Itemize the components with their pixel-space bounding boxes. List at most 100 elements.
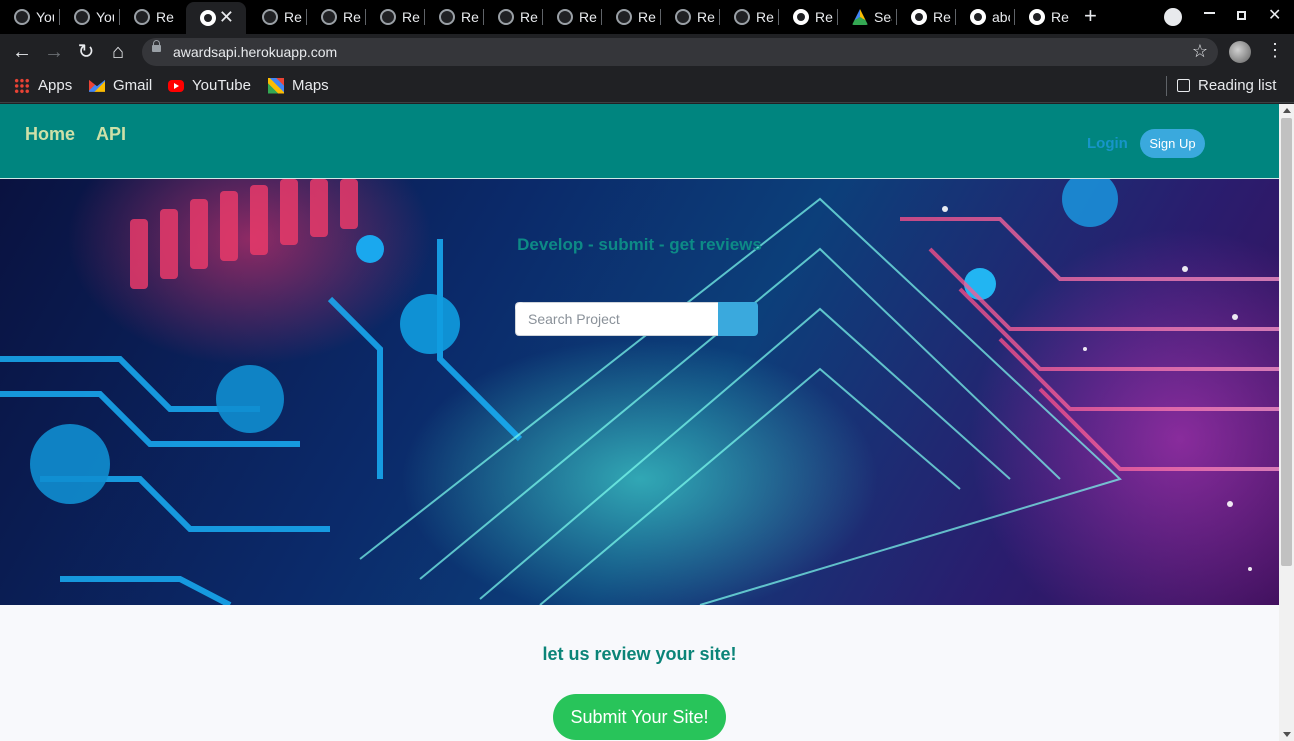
bookmark-star-icon[interactable]: ☆ <box>1192 41 1208 62</box>
close-tab-icon[interactable]: ✕ <box>219 8 234 26</box>
globe-icon <box>970 9 986 25</box>
submit-site-button[interactable]: Submit Your Site! <box>553 694 726 740</box>
nav-home-link[interactable]: Home <box>25 124 75 145</box>
tab[interactable]: You <box>0 4 60 30</box>
search-input[interactable] <box>515 302 718 336</box>
forward-icon[interactable]: → <box>42 40 66 64</box>
bookmark-apps[interactable]: Apps <box>14 77 72 94</box>
github-icon <box>380 9 396 25</box>
tab-title: Re <box>815 9 833 25</box>
address-bar[interactable]: awardsapi.herokuapp.com ☆ <box>142 38 1218 66</box>
site-navbar: Home API Login Sign Up <box>0 104 1279 179</box>
tab[interactable]: Sea <box>838 4 897 30</box>
url-text[interactable]: awardsapi.herokuapp.com <box>173 44 337 60</box>
tab[interactable]: Re <box>720 4 779 30</box>
home-icon[interactable]: ⌂ <box>106 40 130 64</box>
menu-icon[interactable]: ⋮ <box>1266 40 1284 60</box>
globe-icon <box>1029 9 1045 25</box>
tab-title: Re <box>520 9 538 25</box>
github-icon <box>321 9 337 25</box>
lock-icon[interactable] <box>152 40 161 52</box>
tab[interactable]: Re <box>602 4 661 30</box>
scrollbar-thumb[interactable] <box>1281 118 1292 566</box>
divider <box>1166 76 1167 96</box>
tab[interactable]: Re <box>248 4 307 30</box>
reading-list-button[interactable]: Reading list <box>1177 77 1276 94</box>
tab-title: Re <box>461 9 479 25</box>
tab-title: You <box>96 9 114 25</box>
page-scrollbar[interactable] <box>1279 104 1294 741</box>
tab[interactable]: Re <box>897 4 956 30</box>
tab[interactable]: Re <box>1015 4 1074 30</box>
youtube-icon <box>168 79 184 92</box>
bookmark-label: Maps <box>292 77 329 94</box>
github-icon <box>134 9 150 25</box>
github-icon <box>675 9 691 25</box>
reload-icon[interactable]: ↻ <box>74 40 98 64</box>
tab-title: Re <box>284 9 302 25</box>
github-icon <box>498 9 514 25</box>
tab[interactable]: You <box>60 4 120 30</box>
tab[interactable]: Re <box>661 4 720 30</box>
tab-title: Re <box>402 9 420 25</box>
github-icon <box>262 9 278 25</box>
tab-active[interactable]: ✕ <box>186 2 246 34</box>
tab[interactable]: Re <box>484 4 543 30</box>
github-icon <box>439 9 455 25</box>
tab-title: Re <box>756 9 774 25</box>
tab-title: Re <box>343 9 361 25</box>
tab[interactable]: Re <box>425 4 484 30</box>
tab-title: Sea <box>874 9 892 25</box>
scroll-up-icon[interactable] <box>1283 108 1291 113</box>
tab-title: You <box>36 9 54 25</box>
github-icon <box>74 9 90 25</box>
signup-button[interactable]: Sign Up <box>1140 129 1205 158</box>
bookmark-label: Apps <box>38 77 73 94</box>
tab-search-icon[interactable] <box>1164 8 1182 26</box>
bookmark-label: Gmail <box>113 77 153 94</box>
drive-icon <box>852 9 868 25</box>
tab-title: abo <box>992 9 1010 25</box>
hero-banner: Develop - submit - get reviews <box>0 179 1279 605</box>
profile-avatar[interactable] <box>1229 41 1251 63</box>
hero-tagline: Develop - submit - get reviews <box>517 235 762 254</box>
tab[interactable]: abo <box>956 4 1015 30</box>
bookmark-youtube[interactable]: YouTube <box>168 77 251 94</box>
login-link[interactable]: Login <box>1087 135 1128 152</box>
github-icon <box>616 9 632 25</box>
tab[interactable]: Re <box>366 4 425 30</box>
back-icon[interactable]: ← <box>10 40 34 64</box>
tab-title: Re <box>579 9 597 25</box>
scroll-down-icon[interactable] <box>1283 732 1291 737</box>
tab-title: Re <box>697 9 715 25</box>
tab-title: Re <box>933 9 951 25</box>
globe-icon <box>200 10 216 26</box>
maps-icon <box>268 77 284 94</box>
bookmarks-bar: Apps Gmail YouTube Maps Reading list <box>0 70 1294 103</box>
nav-api-link[interactable]: API <box>96 124 126 145</box>
reading-list-label: Reading list <box>1198 77 1277 94</box>
search-form <box>515 302 758 336</box>
github-icon <box>557 9 573 25</box>
globe-icon <box>911 9 927 25</box>
search-button[interactable] <box>515 302 758 336</box>
bookmark-gmail[interactable]: Gmail <box>89 77 152 94</box>
bookmark-maps[interactable]: Maps <box>268 77 329 94</box>
restore-icon[interactable] <box>1237 11 1246 20</box>
tab[interactable]: Re <box>779 4 838 30</box>
reading-list-icon <box>1177 79 1190 92</box>
gmail-icon <box>89 79 105 92</box>
tab[interactable]: Re <box>120 4 184 30</box>
apps-grid-icon <box>14 77 30 94</box>
tab[interactable]: Re <box>543 4 602 30</box>
search-icon <box>515 302 529 316</box>
close-window-icon[interactable]: ✕ <box>1268 7 1281 25</box>
tab-title: Re <box>1051 9 1069 25</box>
browser-toolbar: ← → ↻ ⌂ awardsapi.herokuapp.com ☆ ⋮ <box>0 34 1294 70</box>
minimize-icon[interactable] <box>1204 12 1215 14</box>
tab[interactable]: Re <box>307 4 366 30</box>
new-tab-icon[interactable]: + <box>1084 5 1097 27</box>
tab-strip: You You Re ✕ Re Re Re Re Re Re <box>0 0 1294 34</box>
cta-heading: let us review your site! <box>542 644 737 664</box>
tab-title: Re <box>156 9 174 25</box>
